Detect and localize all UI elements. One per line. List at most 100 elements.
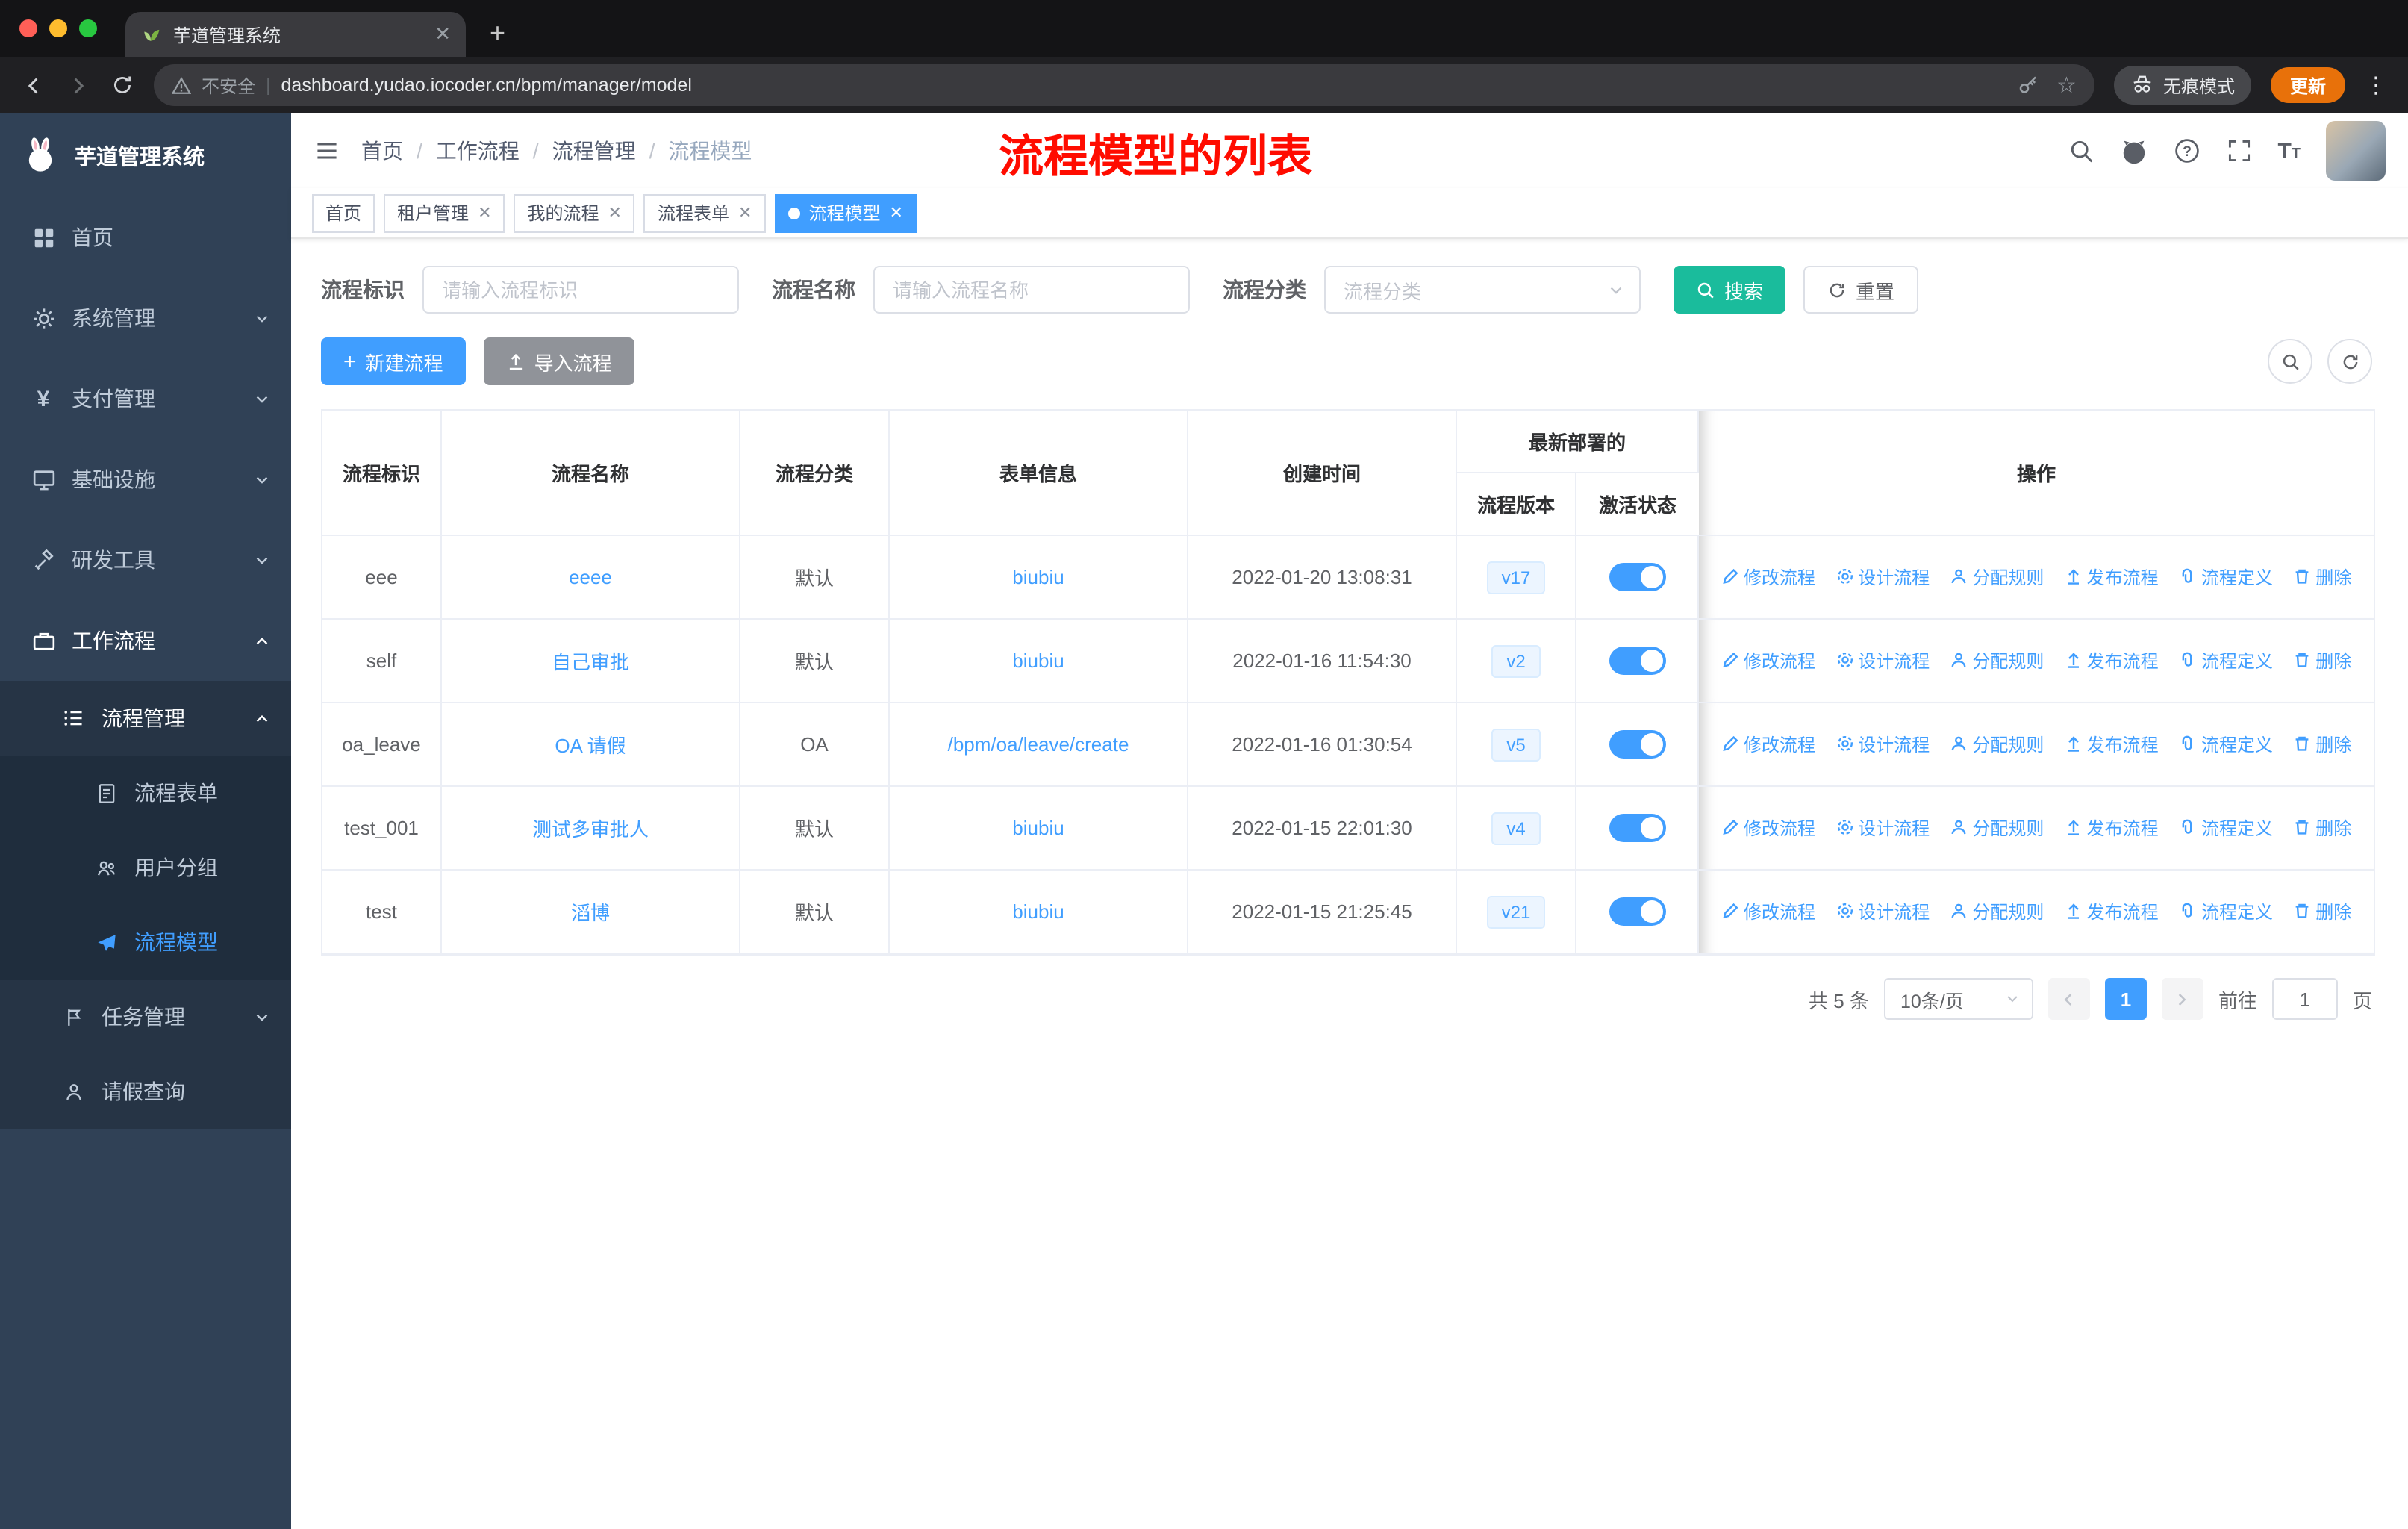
design-process-link[interactable]: 设计流程 [1835,564,1930,590]
active-toggle[interactable] [1609,730,1665,759]
create-process-button[interactable]: + 新建流程 [321,337,466,385]
delete-process-link[interactable]: 删除 [2293,564,2351,590]
url-text[interactable]: dashboard.yudao.iocoder.cn/bpm/manager/m… [281,75,2006,96]
edit-process-link[interactable]: 修改流程 [1721,564,1815,590]
sidebar-item-leave-query[interactable]: 请假查询 [0,1054,291,1129]
sidebar-item-process-mgmt[interactable]: 流程管理 [0,681,291,756]
edit-process-link[interactable]: 修改流程 [1721,648,1815,673]
bookmark-star-icon[interactable]: ☆ [2056,74,2077,96]
process-name-link[interactable]: 滔博 [571,902,610,924]
reset-button[interactable]: 重置 [1803,266,1919,314]
browser-tab[interactable]: 芋道管理系统 ✕ [125,12,466,57]
form-info-link[interactable]: biubiu [1012,900,1064,923]
address-bar[interactable]: 不安全 | dashboard.yudao.iocoder.cn/bpm/man… [154,64,2094,106]
tag-tenant[interactable]: 租户管理 ✕ [384,193,505,232]
edit-process-link[interactable]: 修改流程 [1721,815,1815,841]
assign-rule-link[interactable]: 分配规则 [1950,564,2044,590]
page-1-button[interactable]: 1 [2104,978,2147,1020]
search-icon[interactable] [2067,137,2094,164]
process-definition-link[interactable]: 流程定义 [2179,564,2273,590]
process-name-link[interactable]: 自己审批 [552,651,629,673]
new-tab-button[interactable]: + [490,19,505,46]
breadcrumb-item[interactable]: 工作流程 [436,136,520,166]
toggle-search-button[interactable] [2268,339,2312,384]
search-button[interactable]: 搜索 [1674,266,1786,314]
tag-my-process[interactable]: 我的流程 ✕ [514,193,635,232]
process-definition-link[interactable]: 流程定义 [2179,899,2273,924]
font-size-icon[interactable]: TT [2277,138,2301,164]
breadcrumb-item[interactable]: 首页 [361,136,403,166]
import-process-button[interactable]: 导入流程 [483,337,634,385]
tag-close-icon[interactable]: ✕ [478,203,491,222]
assign-rule-link[interactable]: 分配规则 [1950,899,2044,924]
process-name-link[interactable]: 测试多审批人 [532,818,649,841]
breadcrumb-item[interactable]: 流程管理 [552,136,636,166]
publish-process-link[interactable]: 发布流程 [2065,648,2159,673]
form-info-link[interactable]: /bpm/oa/leave/create [948,733,1129,756]
process-definition-link[interactable]: 流程定义 [2179,815,2273,841]
tag-home[interactable]: 首页 [312,193,375,232]
browser-menu-icon[interactable]: ⋮ [2365,72,2387,99]
form-info-link[interactable]: biubiu [1012,650,1064,672]
fullscreen-icon[interactable] [2225,137,2252,164]
sidebar-item-devtools[interactable]: 研发工具 [0,520,291,600]
assign-rule-link[interactable]: 分配规则 [1950,648,2044,673]
github-icon[interactable] [2119,137,2147,165]
sidebar-item-workflow[interactable]: 工作流程 [0,600,291,681]
next-page-button[interactable] [2161,978,2203,1020]
process-key-input[interactable] [422,266,739,314]
sidebar-item-process-model[interactable]: 流程模型 [0,905,291,980]
reload-button[interactable] [110,73,134,97]
edit-process-link[interactable]: 修改流程 [1721,899,1815,924]
sidebar-item-home[interactable]: 首页 [0,197,291,278]
sidebar-item-process-form[interactable]: 流程表单 [0,756,291,830]
delete-process-link[interactable]: 删除 [2293,732,2351,757]
delete-process-link[interactable]: 删除 [2293,648,2351,673]
security-label[interactable]: 不安全 [202,72,255,98]
sidebar-item-system[interactable]: 系统管理 [0,278,291,358]
browser-update-button[interactable]: 更新 [2270,67,2345,103]
publish-process-link[interactable]: 发布流程 [2065,564,2159,590]
sidebar-item-user-group[interactable]: 用户分组 [0,830,291,905]
publish-process-link[interactable]: 发布流程 [2065,899,2159,924]
sidebar-item-payment[interactable]: ¥ 支付管理 [0,358,291,439]
process-name-input[interactable] [873,266,1190,314]
tag-close-icon[interactable]: ✕ [608,203,622,222]
zoom-window-button[interactable] [79,19,97,37]
tag-close-icon[interactable]: ✕ [889,203,902,222]
active-toggle[interactable] [1609,897,1665,926]
design-process-link[interactable]: 设计流程 [1835,648,1930,673]
active-toggle[interactable] [1609,814,1665,842]
assign-rule-link[interactable]: 分配规则 [1950,732,2044,757]
form-info-link[interactable]: biubiu [1012,566,1064,588]
delete-process-link[interactable]: 删除 [2293,899,2351,924]
close-window-button[interactable] [19,19,37,37]
publish-process-link[interactable]: 发布流程 [2065,732,2159,757]
tag-process-model[interactable]: 流程模型 ✕ [774,193,917,232]
tag-process-form[interactable]: 流程表单 ✕ [643,193,766,232]
tab-close-icon[interactable]: ✕ [434,22,451,46]
back-button[interactable] [21,72,46,98]
prev-page-button[interactable] [2047,978,2090,1020]
edit-process-link[interactable]: 修改流程 [1721,732,1815,757]
active-toggle[interactable] [1609,563,1665,591]
design-process-link[interactable]: 设计流程 [1835,815,1930,841]
assign-rule-link[interactable]: 分配规则 [1950,815,2044,841]
key-icon[interactable] [2016,74,2039,96]
process-category-select[interactable]: 流程分类 [1324,266,1641,314]
process-name-link[interactable]: eeee [569,566,612,588]
process-definition-link[interactable]: 流程定义 [2179,732,2273,757]
process-name-link[interactable]: OA 请假 [555,735,626,757]
page-size-select[interactable]: 10条/页 [1883,978,2033,1020]
sidebar-item-infrastructure[interactable]: 基础设施 [0,439,291,520]
design-process-link[interactable]: 设计流程 [1835,732,1930,757]
active-toggle[interactable] [1609,647,1665,675]
forward-button[interactable] [66,72,91,98]
goto-page-input[interactable] [2271,978,2338,1020]
help-icon[interactable]: ? [2173,137,2200,164]
avatar[interactable] [2326,121,2386,181]
sidebar-item-task-mgmt[interactable]: 任务管理 [0,980,291,1054]
design-process-link[interactable]: 设计流程 [1835,899,1930,924]
process-definition-link[interactable]: 流程定义 [2179,648,2273,673]
delete-process-link[interactable]: 删除 [2293,815,2351,841]
